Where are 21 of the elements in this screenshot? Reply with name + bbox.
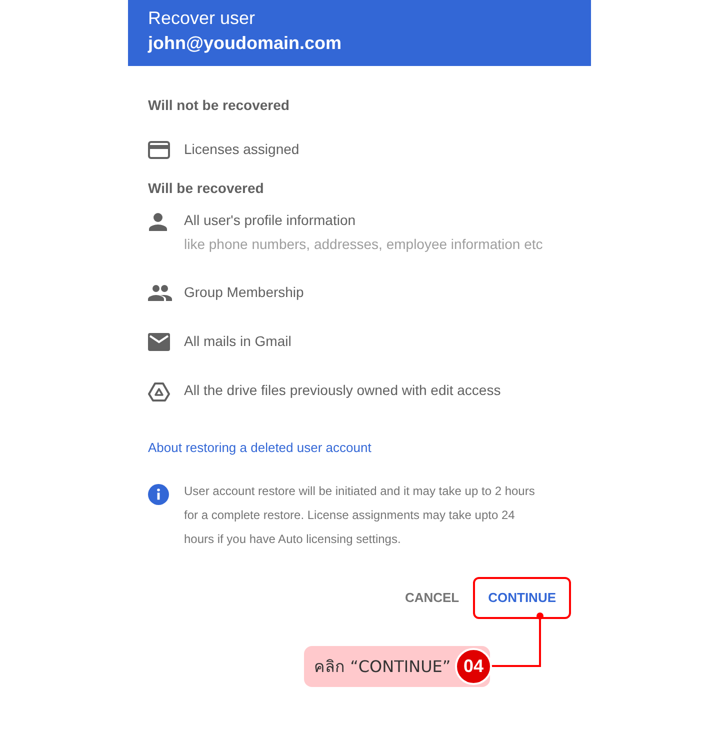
callout-text: คลิก “CONTINUE” xyxy=(314,656,451,678)
cancel-button[interactable]: CANCEL xyxy=(400,577,464,619)
card-icon xyxy=(148,141,170,159)
section-heading: Will be recovered xyxy=(148,179,265,197)
item-label: Group Membership xyxy=(184,283,304,301)
dialog-title: Recover user xyxy=(148,7,256,30)
drive-icon xyxy=(148,382,170,402)
item-label: Licenses assigned xyxy=(184,140,300,158)
info-icon xyxy=(148,484,169,505)
section-heading: Will not be recovered xyxy=(148,96,290,114)
continue-button[interactable]: CONTINUE xyxy=(473,577,571,619)
group-icon xyxy=(148,284,172,302)
item-label: All mails in Gmail xyxy=(184,332,292,350)
user-email: john@youdomain.com xyxy=(148,32,343,55)
mail-icon xyxy=(148,333,170,351)
info-text: User account restore will be initiated and it may take up to 2 hours for a complete restore. License assignments may take upto 24 hours if you have Auto licensing settings. xyxy=(184,483,536,548)
item-detail: like phone numbers, addresses, employee information etc xyxy=(184,235,543,253)
person-icon xyxy=(148,212,168,232)
item-label: All user's profile information xyxy=(184,211,357,229)
help-link[interactable]: About restoring a deleted user account xyxy=(148,439,571,457)
item-label: All the drive files previously owned with edit access xyxy=(184,381,501,399)
